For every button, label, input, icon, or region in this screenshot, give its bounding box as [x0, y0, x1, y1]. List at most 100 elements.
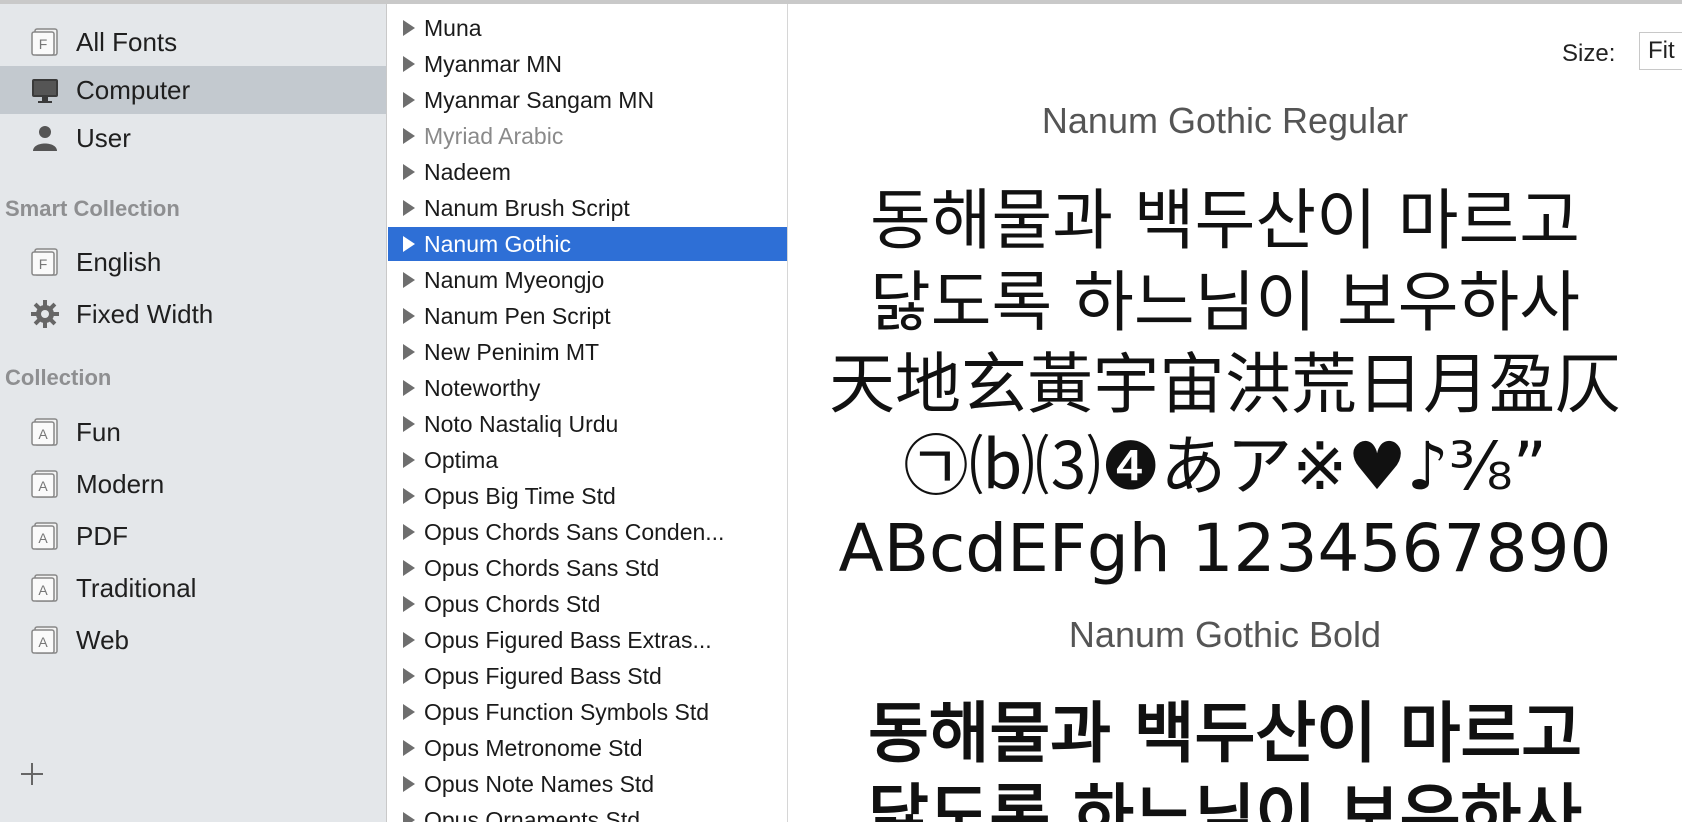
- sidebar-item-fun[interactable]: A Fun: [0, 408, 386, 456]
- user-icon: [29, 122, 61, 154]
- font-list-item[interactable]: Opus Chords Sans Conden...: [388, 515, 787, 549]
- font-list-item[interactable]: Opus Figured Bass Extras...: [388, 623, 787, 657]
- disclosure-triangle-icon[interactable]: [403, 20, 415, 36]
- disclosure-triangle-icon[interactable]: [403, 56, 415, 72]
- disclosure-triangle-icon[interactable]: [403, 308, 415, 324]
- computer-icon: [29, 74, 61, 106]
- sidebar-item-user[interactable]: User: [0, 114, 386, 162]
- sample-line: ABcdEFgh 1234567890: [838, 510, 1612, 587]
- size-field[interactable]: Fit: [1639, 32, 1682, 70]
- disclosure-triangle-icon[interactable]: [403, 272, 415, 288]
- font-list-item[interactable]: Optima: [388, 443, 787, 477]
- sample-line-bold: 닳도록 하느님이 보우하사: [868, 777, 1582, 822]
- gear-icon: [29, 298, 61, 330]
- font-family-list[interactable]: Muna Myanmar MN Myanmar Sangam MN Myriad Ar…: [388, 4, 788, 822]
- disclosure-triangle-icon[interactable]: [403, 200, 415, 216]
- disclosure-triangle-icon[interactable]: [403, 560, 415, 576]
- sidebar-item-computer[interactable]: Computer: [0, 66, 386, 114]
- collection-icon: A: [29, 572, 61, 604]
- font-list-item[interactable]: Nanum Pen Script: [388, 299, 787, 333]
- disclosure-triangle-icon[interactable]: [403, 524, 415, 540]
- disclosure-triangle-icon[interactable]: [403, 92, 415, 108]
- font-list-item[interactable]: Noto Nastaliq Urdu: [388, 407, 787, 441]
- svg-text:A: A: [38, 478, 48, 494]
- disclosure-triangle-icon[interactable]: [403, 812, 415, 822]
- font-family-name: Myanmar Sangam MN: [424, 86, 655, 113]
- font-list-item[interactable]: Nanum Myeongjo: [388, 263, 787, 297]
- smart-collection-header: Smart Collection: [5, 196, 180, 221]
- disclosure-triangle-icon[interactable]: [403, 776, 415, 792]
- disclosure-triangle-icon[interactable]: [403, 236, 415, 252]
- disclosure-triangle-icon[interactable]: [403, 452, 415, 468]
- font-family-name: Opus Metronome Std: [424, 734, 643, 761]
- sidebar-item-label: User: [76, 122, 131, 153]
- font-list-item[interactable]: Myanmar Sangam MN: [388, 83, 787, 117]
- font-list-item[interactable]: Myriad Arabic: [388, 119, 787, 153]
- font-list-item[interactable]: Opus Chords Std: [388, 587, 787, 621]
- font-list-item[interactable]: Opus Function Symbols Std: [388, 695, 787, 729]
- disclosure-triangle-icon[interactable]: [403, 164, 415, 180]
- collections-sidebar: F All Fonts Computer User Smart Collecti…: [0, 4, 387, 822]
- disclosure-triangle-icon[interactable]: [403, 668, 415, 684]
- font-list-item[interactable]: Muna: [388, 11, 787, 45]
- sidebar-item-label: Web: [76, 624, 129, 655]
- disclosure-triangle-icon[interactable]: [403, 704, 415, 720]
- sample-line-bold: 동해물과 백두산이 마르고: [868, 695, 1582, 772]
- font-list-item[interactable]: Opus Big Time Std: [388, 479, 787, 513]
- font-collection-icon: F: [29, 26, 61, 58]
- font-family-name: Opus Figured Bass Std: [424, 662, 662, 689]
- disclosure-triangle-icon[interactable]: [403, 128, 415, 144]
- sidebar-item-modern[interactable]: A Modern: [0, 460, 386, 508]
- disclosure-triangle-icon[interactable]: [403, 380, 415, 396]
- font-list-item[interactable]: Opus Metronome Std: [388, 731, 787, 765]
- font-family-name: Nanum Myeongjo: [424, 266, 605, 293]
- sidebar-item-label: All Fonts: [76, 26, 178, 57]
- font-family-name: New Peninim MT: [424, 338, 600, 365]
- font-list-item[interactable]: Opus Ornaments Std: [388, 803, 787, 822]
- svg-text:A: A: [38, 634, 48, 650]
- sidebar-item-pdf[interactable]: A PDF: [0, 512, 386, 560]
- disclosure-triangle-icon[interactable]: [403, 596, 415, 612]
- font-list-item[interactable]: Opus Note Names Std: [388, 767, 787, 801]
- disclosure-triangle-icon[interactable]: [403, 488, 415, 504]
- font-family-name: Noto Nastaliq Urdu: [424, 410, 619, 437]
- disclosure-triangle-icon[interactable]: [403, 416, 415, 432]
- font-list-item[interactable]: New Peninim MT: [388, 335, 787, 369]
- collection-icon: A: [29, 468, 61, 500]
- font-family-name: Opus Big Time Std: [424, 482, 616, 509]
- add-collection-button[interactable]: [19, 761, 45, 787]
- sample-line: 닳도록 하느님이 보우하사: [870, 264, 1580, 341]
- sidebar-item-traditional[interactable]: A Traditional: [0, 564, 386, 612]
- sidebar-item-fixed-width[interactable]: Fixed Width: [0, 290, 386, 338]
- sample-line: 天地玄黃宇宙洪荒日月盈仄: [829, 346, 1621, 423]
- svg-text:A: A: [38, 530, 48, 546]
- sidebar-item-label: Modern: [76, 468, 165, 499]
- collection-icon: A: [29, 624, 61, 656]
- disclosure-triangle-icon[interactable]: [403, 344, 415, 360]
- sidebar-item-english[interactable]: F English: [0, 238, 386, 286]
- font-list-item[interactable]: Opus Chords Sans Std: [388, 551, 787, 585]
- sidebar-item-label: Traditional: [76, 572, 197, 603]
- font-family-name: Nanum Gothic: [424, 230, 572, 257]
- font-list-item[interactable]: Nanum Brush Script: [388, 191, 787, 225]
- sidebar-item-all-fonts[interactable]: F All Fonts: [0, 18, 386, 66]
- font-list-item[interactable]: Opus Figured Bass Std: [388, 659, 787, 693]
- font-list-item[interactable]: Nadeem: [388, 155, 787, 189]
- svg-text:A: A: [38, 582, 48, 598]
- size-label: Size:: [1562, 40, 1616, 67]
- collection-icon: A: [29, 416, 61, 448]
- bold-style-title: Nanum Gothic Bold: [1068, 614, 1382, 655]
- sidebar-item-label: English: [76, 246, 162, 277]
- disclosure-triangle-icon[interactable]: [403, 740, 415, 756]
- font-family-name: Opus Figured Bass Extras...: [424, 626, 712, 653]
- svg-text:F: F: [39, 256, 48, 272]
- font-list-item[interactable]: Myanmar MN: [388, 47, 787, 81]
- font-list-item[interactable]: Noteworthy: [388, 371, 787, 405]
- font-family-name: Opus Note Names Std: [424, 770, 655, 797]
- font-family-name: Opus Ornaments Std: [424, 806, 641, 822]
- regular-style-title: Nanum Gothic Regular: [1041, 100, 1409, 141]
- sidebar-item-web[interactable]: A Web: [0, 616, 386, 664]
- font-list-item[interactable]: Nanum Gothic: [388, 227, 787, 261]
- font-family-name: Nadeem: [424, 158, 511, 185]
- disclosure-triangle-icon[interactable]: [403, 632, 415, 648]
